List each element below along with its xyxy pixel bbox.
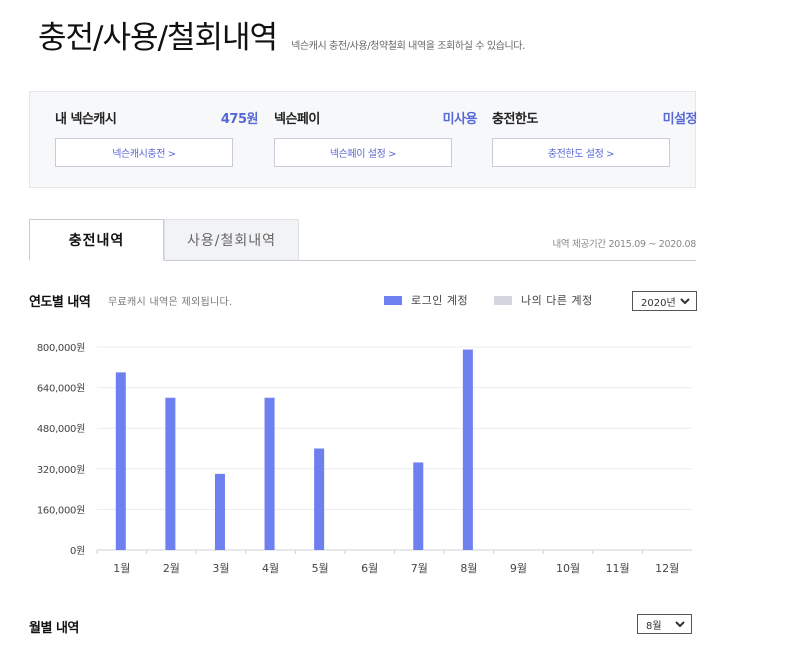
nexon-pay-label: 넥슨페이 <box>274 112 320 127</box>
charge-limit-label: 충전한도 <box>492 112 538 127</box>
x-tick-label: 11월 <box>606 562 630 575</box>
page-header: 충전/사용/철회내역 넥슨캐시 충전/사용/청약철회 내역을 조회하실 수 있습… <box>38 18 525 58</box>
charge-cash-button[interactable]: 넥슨캐시충전 > <box>55 138 233 167</box>
bar-2월[interactable] <box>165 397 176 550</box>
page-title: 충전/사용/철회내역 <box>38 20 278 56</box>
chevron-down-icon <box>680 298 690 305</box>
year-select[interactable]: 2020년 <box>632 291 697 311</box>
x-tick-label: 8월 <box>460 562 477 575</box>
yearly-note: 무료캐시 내역은 제외됩니다. <box>108 297 233 308</box>
month-select-value: 8월 <box>646 620 662 632</box>
x-tick-label: 7월 <box>411 562 428 575</box>
y-tick-label: 640,000원 <box>37 383 85 395</box>
chevron-down-icon <box>675 621 685 628</box>
y-tick-label: 160,000원 <box>37 504 85 516</box>
bar-3월[interactable] <box>214 473 225 550</box>
y-tick-label: 320,000원 <box>37 464 85 476</box>
bar-1월[interactable] <box>115 372 126 550</box>
bar-7월[interactable] <box>413 462 424 550</box>
bar-8월[interactable] <box>462 349 473 550</box>
nexon-cash-balance: 475원 <box>220 112 259 127</box>
legend-label-other: 나의 다른 계정 <box>521 294 593 307</box>
yearly-section-title: 연도별 내역 <box>29 295 91 310</box>
legend-other-account: 나의 다른 계정 <box>494 292 593 308</box>
legend-login-account: 로그인 계정 <box>384 292 468 308</box>
charge-limit-status: 미설정 <box>662 112 698 127</box>
x-tick-label: 5월 <box>312 562 329 575</box>
legend-swatch-other <box>494 295 512 305</box>
x-tick-label: 12월 <box>655 562 679 575</box>
page-subtitle: 넥슨캐시 충전/사용/청약철회 내역을 조회하실 수 있습니다. <box>291 41 525 52</box>
y-tick-label: 0원 <box>70 545 85 557</box>
nexon-pay-status: 미사용 <box>442 112 478 127</box>
summary-box: 내 넥슨캐시 475원 넥슨캐시충전 > 넥슨페이 미사용 넥슨페이 설정 > … <box>29 91 698 188</box>
y-tick-label: 800,000원 <box>37 342 85 354</box>
tab-charge-history[interactable]: 충전내역 <box>29 219 164 261</box>
x-tick-label: 3월 <box>212 562 229 575</box>
year-select-value: 2020년 <box>641 297 676 309</box>
month-select[interactable]: 8월 <box>637 614 692 634</box>
tab-usage-history[interactable]: 사용/철회내역 <box>164 219 299 260</box>
x-tick-label: 2월 <box>163 562 180 575</box>
nexon-cash-label: 내 넥슨캐시 <box>55 112 117 127</box>
monthly-section-title: 월별 내역 <box>29 621 79 636</box>
x-tick-label: 10월 <box>556 562 580 575</box>
history-tabs: 충전내역 사용/철회내역 내역 제공기간 2015.09 ~ 2020.08 <box>29 219 696 261</box>
y-tick-label: 480,000원 <box>37 423 85 435</box>
x-tick-label: 1월 <box>113 562 130 575</box>
bar-4월[interactable] <box>264 397 275 550</box>
legend-label-login: 로그인 계정 <box>411 294 469 307</box>
nexon-pay-settings-button[interactable]: 넥슨페이 설정 > <box>274 138 452 167</box>
x-tick-label: 4월 <box>262 562 279 575</box>
x-tick-label: 6월 <box>361 562 378 575</box>
legend-swatch-login <box>384 295 402 305</box>
yearly-bar-chart: 0원 160,000원 320,000원 480,000원 640,000원 800,00… <box>37 342 692 575</box>
x-tick-label: 9월 <box>510 562 527 575</box>
history-period: 내역 제공기간 2015.09 ~ 2020.08 <box>552 239 696 250</box>
bar-5월[interactable] <box>314 448 325 551</box>
charge-limit-settings-button[interactable]: 충전한도 설정 > <box>492 138 670 167</box>
